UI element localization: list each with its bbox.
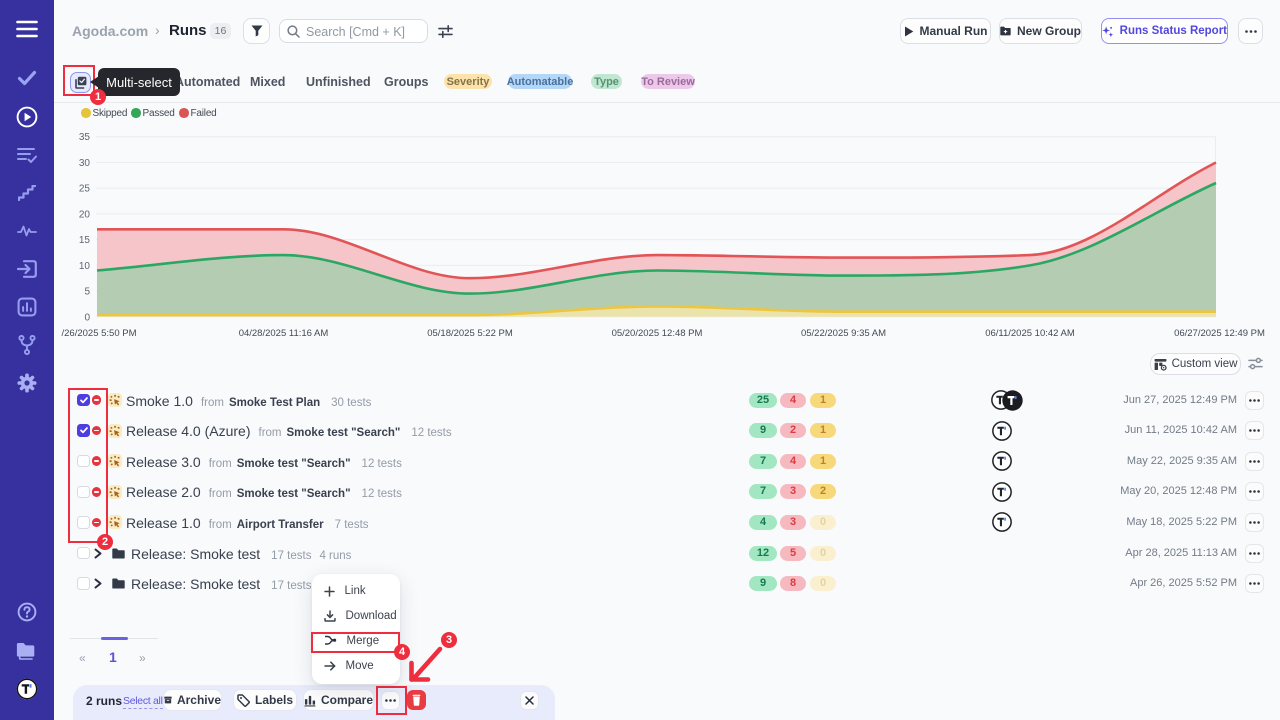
svg-text:10: 10 xyxy=(79,261,91,272)
svg-text:0: 0 xyxy=(84,312,90,323)
svg-text:05/20/2025 12:48 PM: 05/20/2025 12:48 PM xyxy=(612,328,703,339)
svg-text:06/27/2025 12:49 PM: 06/27/2025 12:49 PM xyxy=(1174,328,1265,339)
svg-text:35: 35 xyxy=(79,132,91,143)
svg-text:05/18/2025 5:22 PM: 05/18/2025 5:22 PM xyxy=(427,328,513,339)
svg-text:5: 5 xyxy=(84,287,90,298)
svg-text:25: 25 xyxy=(79,184,91,195)
svg-text:05/22/2025 9:35 AM: 05/22/2025 9:35 AM xyxy=(801,328,886,339)
svg-text:/26/2025 5:50 PM: /26/2025 5:50 PM xyxy=(62,328,137,339)
svg-text:06/11/2025 10:42 AM: 06/11/2025 10:42 AM xyxy=(985,328,1075,339)
svg-text:30: 30 xyxy=(79,158,91,169)
svg-text:15: 15 xyxy=(79,235,91,246)
svg-text:04/28/2025 11:16 AM: 04/28/2025 11:16 AM xyxy=(239,328,329,339)
svg-text:20: 20 xyxy=(79,209,91,220)
